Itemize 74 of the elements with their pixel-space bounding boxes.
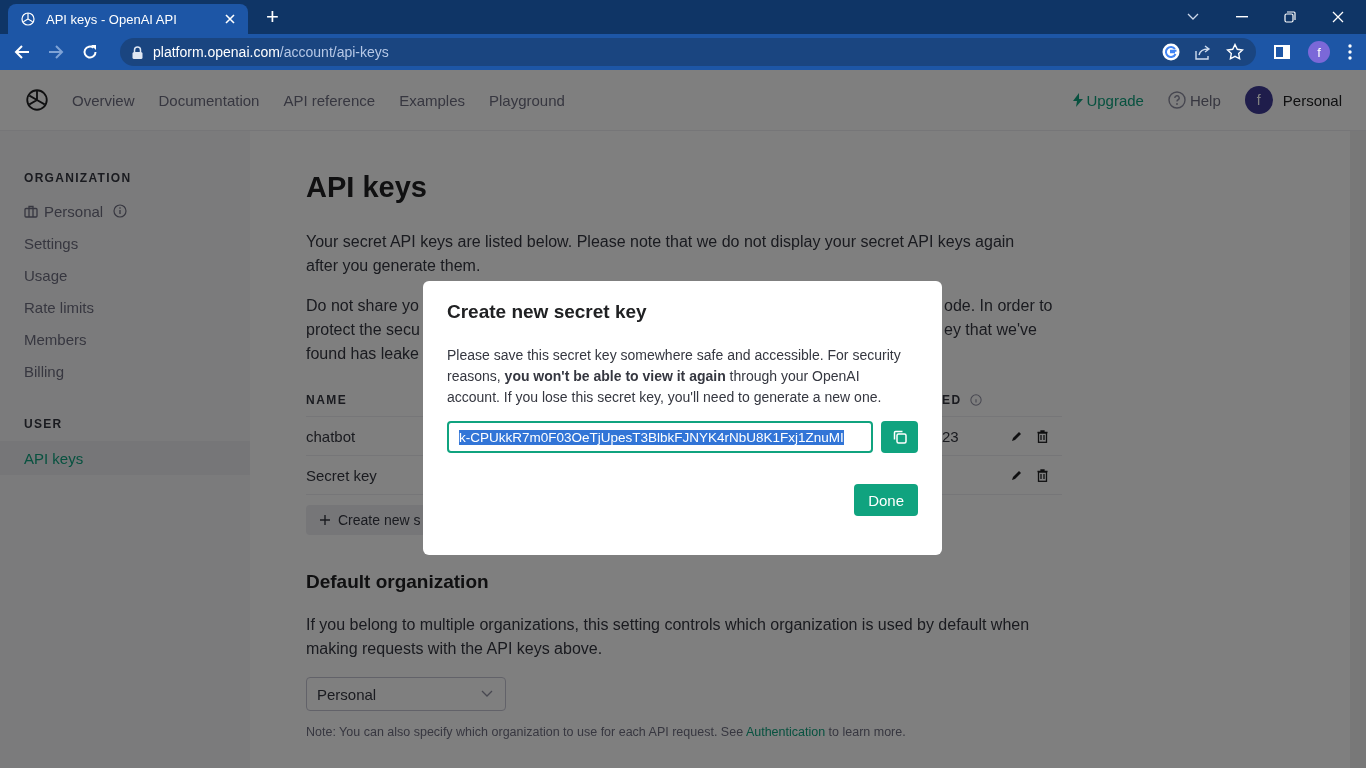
authentication-link[interactable]: Authentication: [745, 725, 826, 739]
done-button[interactable]: Done: [854, 484, 918, 516]
sidebar-item[interactable]: API keys: [0, 441, 250, 475]
nav-link[interactable]: Examples: [399, 91, 465, 109]
secret-key-field[interactable]: k-CPUkkR7m0F03OeTjUpesT3BlbkFJNYK4rNbU8K1Fxj1ZnuMI: [447, 421, 874, 453]
openai-logo-icon: [20, 11, 36, 27]
page-title: API keys: [306, 171, 428, 204]
warning-text: protect the secu: [306, 321, 420, 338]
account-menu[interactable]: f Personal: [1244, 86, 1342, 114]
question-circle-icon: [1167, 91, 1186, 109]
profile-avatar[interactable]: f: [1308, 41, 1330, 63]
description-text: If you belong to multiple organizations, this setting controls which organization is used by default when making requests with the API keys above.: [306, 615, 1031, 659]
reload-icon[interactable]: [82, 44, 98, 60]
minimize-icon[interactable]: [1236, 16, 1248, 18]
intro-text: Your secret API keys are listed below. Please note that we do not display your secret API keys again after you generate them.: [306, 232, 1016, 276]
nav-link[interactable]: Overview: [72, 91, 135, 109]
copy-icon: [891, 429, 908, 445]
plus-icon: [320, 515, 330, 525]
organization-select[interactable]: Personal: [306, 677, 506, 711]
sidebar-item[interactable]: Settings: [0, 227, 250, 259]
sidebar-item[interactable]: Usage: [0, 259, 250, 291]
organization-name: Personal: [44, 202, 104, 220]
warning-text: ode. In order to: [944, 296, 1053, 316]
google-icon[interactable]: [1162, 43, 1180, 61]
browser-tab[interactable]: API keys - OpenAI API: [8, 4, 248, 34]
share-icon[interactable]: [1194, 44, 1212, 60]
key-name: chatbot: [306, 427, 356, 445]
warning-text: ey that we've: [944, 320, 1037, 340]
nav-link[interactable]: Playground: [489, 91, 565, 109]
briefcase-icon: [24, 204, 38, 218]
menu-icon[interactable]: [1348, 44, 1352, 60]
note-text: Note: You can also specify which organization to use for each API request. See Authentication to learn more.: [306, 725, 907, 739]
restore-icon[interactable]: [1284, 11, 1296, 23]
lock-icon: [132, 45, 143, 59]
pencil-icon[interactable]: [1011, 469, 1023, 481]
sidebar-item[interactable]: Rate limits: [0, 291, 250, 323]
column-header: NAME: [306, 393, 348, 407]
back-arrow-icon[interactable]: [14, 44, 30, 60]
dialog-title: Create new secret key: [447, 301, 648, 323]
trash-icon[interactable]: [1037, 429, 1048, 443]
close-icon[interactable]: [224, 13, 236, 25]
lightning-icon: [1073, 93, 1084, 107]
chevron-down-icon[interactable]: [1186, 12, 1200, 22]
nav-link[interactable]: Documentation: [158, 91, 260, 109]
account-name: Personal: [1282, 91, 1342, 109]
star-icon[interactable]: [1226, 43, 1244, 61]
tab-title: API keys - OpenAI API: [46, 11, 178, 27]
dialog-text: Please save this secret key somewhere safe and accessible. For security reasons, you won't be able to view it again through your OpenAI account. If you lose this secret key, you'll need to generate a new one.: [447, 346, 902, 407]
organization-item[interactable]: Personal: [0, 195, 250, 227]
upgrade-link[interactable]: Upgrade: [1073, 91, 1144, 109]
help-link[interactable]: Help: [1167, 91, 1221, 109]
user-avatar: f: [1244, 86, 1273, 114]
close-icon[interactable]: [1332, 11, 1344, 23]
column-header: ED: [942, 393, 962, 407]
warning-text: Do not share yo: [306, 297, 419, 314]
chevron-down-icon: [481, 690, 493, 698]
copy-button[interactable]: [881, 421, 918, 453]
sidebar-item[interactable]: Members: [0, 323, 250, 355]
table-cell: 23: [942, 427, 959, 445]
address-bar[interactable]: platform.openai.com/account/api-keys: [120, 38, 1256, 66]
warning-text: found has leake: [306, 345, 419, 362]
sidebar-item[interactable]: Billing: [0, 355, 250, 387]
trash-icon[interactable]: [1037, 468, 1048, 482]
openai-logo-icon[interactable]: [24, 87, 50, 113]
nav-link[interactable]: API reference: [283, 91, 376, 109]
side-panel-icon[interactable]: [1274, 45, 1290, 59]
url-text: platform.openai.com/account/api-keys: [153, 44, 389, 60]
section-title: Default organization: [306, 571, 490, 593]
pencil-icon[interactable]: [1011, 430, 1023, 442]
section-heading: USER: [23, 417, 64, 431]
info-icon[interactable]: [113, 204, 128, 218]
key-name: Secret key: [306, 466, 377, 484]
section-heading: ORGANIZATION: [23, 171, 133, 185]
new-tab-button[interactable]: +: [266, 4, 279, 30]
